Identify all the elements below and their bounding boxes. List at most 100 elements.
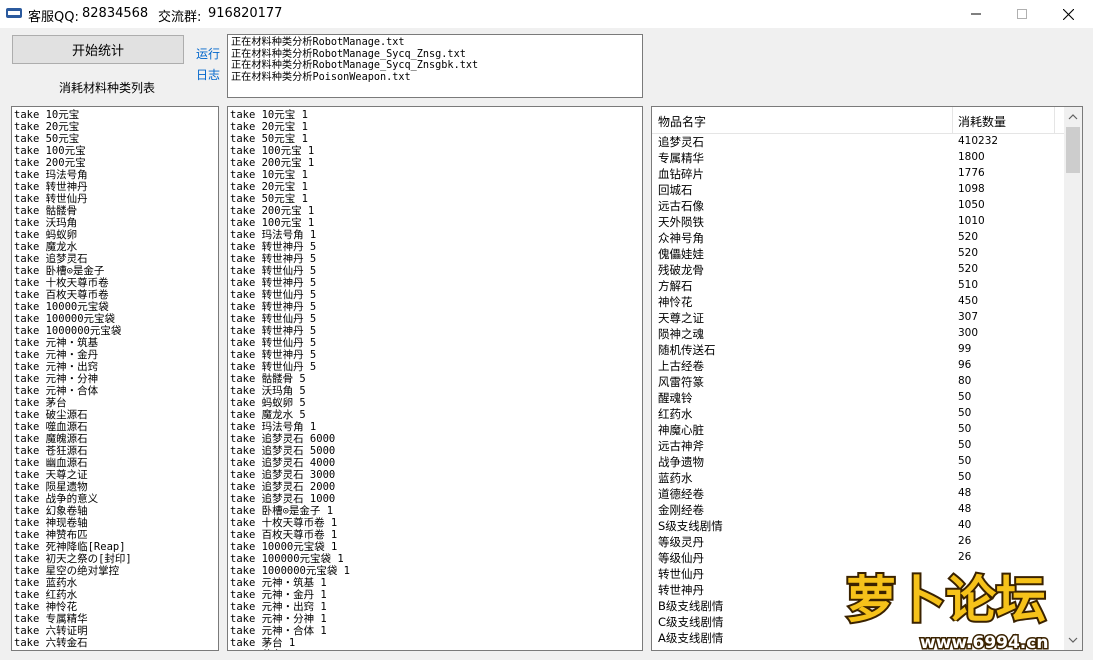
- table-row[interactable]: 远古石像 1050: [652, 197, 1064, 213]
- group-label: 交流群:: [158, 10, 202, 25]
- table-row[interactable]: 远古神斧 50: [652, 437, 1064, 453]
- take-line: take 转世神丹 5: [230, 349, 317, 361]
- item-name-cell: 天外陨铁: [658, 215, 704, 229]
- type-list-line: take 50元宝: [14, 133, 80, 145]
- type-list-line: take 玛法号角: [14, 169, 88, 181]
- item-qty-cell: 50: [958, 455, 972, 467]
- item-qty-cell: 1098: [958, 183, 985, 195]
- item-qty-cell: 520: [958, 231, 979, 243]
- table-row[interactable]: 专属精华 1800: [652, 149, 1064, 165]
- column-separator[interactable]: [1054, 107, 1055, 133]
- close-button[interactable]: [1045, 0, 1091, 28]
- type-list-line: take 骷髅骨: [14, 205, 78, 217]
- table-row[interactable]: 随机传送石 99: [652, 341, 1064, 357]
- item-name-cell: 红药水: [658, 407, 693, 421]
- column-separator[interactable]: [952, 107, 953, 133]
- table-row[interactable]: 蓝药水 50: [652, 469, 1064, 485]
- group-value: 916820177: [208, 6, 283, 21]
- column-header-qty[interactable]: 消耗数量: [958, 113, 1006, 130]
- item-name-cell: 随机传送石: [658, 343, 716, 357]
- log-output[interactable]: 正在材料种类分析RobotManage.txt 正在材料种类分析RobotMan…: [227, 34, 643, 98]
- item-name-cell: 转世仙丹: [658, 567, 704, 581]
- scrollbar-thumb[interactable]: [1066, 127, 1080, 173]
- item-qty-cell: 1776: [958, 167, 985, 179]
- type-list-line: take 苍狂源石: [14, 445, 88, 457]
- table-row[interactable]: 神魔心脏 50: [652, 421, 1064, 437]
- table-row[interactable]: 醒魂铃 50: [652, 389, 1064, 405]
- table-row[interactable]: 天外陨铁 1010: [652, 213, 1064, 229]
- table-row[interactable]: 回城石 1098: [652, 181, 1064, 197]
- item-name-cell: 等级灵丹: [658, 535, 704, 549]
- table-row[interactable]: 傀儡娃娃 520: [652, 245, 1064, 261]
- type-list-line: take 百枚天尊币卷: [14, 289, 109, 301]
- table-row[interactable]: 神怜花 450: [652, 293, 1064, 309]
- table-row[interactable]: 红药水 50: [652, 405, 1064, 421]
- type-list-label: 消耗材料种类列表: [58, 81, 155, 95]
- maximize-icon: [1017, 9, 1027, 19]
- title-bar: 客服QQ: 82834568 交流群: 916820177: [0, 0, 1093, 28]
- watermark-text: 萝卜论坛: [846, 571, 1046, 629]
- minimize-button[interactable]: [953, 0, 999, 28]
- table-row[interactable]: 血钻碎片 1776: [652, 165, 1064, 181]
- column-header-name[interactable]: 物品名字: [658, 113, 706, 130]
- take-line: take 50元宝 1: [230, 133, 308, 145]
- item-name-cell: 神魔心脏: [658, 423, 704, 437]
- type-list-line: take 转世神丹: [14, 181, 88, 193]
- table-row[interactable]: 追梦灵石 410232: [652, 133, 1064, 149]
- type-list-line: take 茅台: [14, 397, 67, 409]
- run-link[interactable]: 运行: [196, 45, 220, 62]
- item-name-cell: 专属精华: [658, 151, 704, 165]
- table-row[interactable]: 战争遗物 50: [652, 453, 1064, 469]
- take-line: take 追梦灵石 5000: [230, 445, 336, 457]
- take-line: take 转世神丹 5: [230, 241, 317, 253]
- table-row[interactable]: 残破龙骨 520: [652, 261, 1064, 277]
- take-line: take 转世仙丹 5: [230, 337, 317, 349]
- take-line: take 魔龙水 5: [230, 409, 306, 421]
- table-row[interactable]: 方解石 510: [652, 277, 1064, 293]
- take-command-textbox[interactable]: take 10元宝 1 take 20元宝 1 take 50元宝 1 take 10…: [227, 106, 643, 651]
- take-line: take 转世神丹 5: [230, 253, 317, 265]
- item-qty-cell: 520: [958, 263, 979, 275]
- item-qty-cell: 1050: [958, 199, 985, 211]
- table-row[interactable]: 众神号角 520: [652, 229, 1064, 245]
- item-name-cell: 众神号角: [658, 231, 704, 245]
- log-link[interactable]: 日志: [196, 66, 220, 83]
- type-list-line: take 元神・合体: [14, 385, 99, 397]
- table-row[interactable]: 道德经卷 48: [652, 485, 1064, 501]
- app-icon: [6, 8, 22, 18]
- take-line: take 50元宝 1: [230, 193, 308, 205]
- take-line: take 追梦灵石 1000: [230, 493, 336, 505]
- type-list-line: take 破尘源石: [14, 409, 88, 421]
- type-list-line: take 1000000元宝袋: [14, 325, 122, 337]
- table-row[interactable]: 上古经卷 96: [652, 357, 1064, 373]
- type-list-line: take 神现卷轴: [14, 517, 88, 529]
- type-list-line: take 100元宝: [14, 145, 86, 157]
- table-row[interactable]: S级支线剧情 40: [652, 517, 1064, 533]
- item-name-cell: 醒魂铃: [658, 391, 693, 405]
- take-line: take 玛法号角 1: [230, 229, 317, 241]
- type-list-line: take 魔龙水: [14, 241, 78, 253]
- table-row[interactable]: 天尊之证 307: [652, 309, 1064, 325]
- item-qty-cell: 50: [958, 391, 972, 403]
- item-name-cell: 道德经卷: [658, 487, 704, 501]
- table-row[interactable]: 等级灵丹 26: [652, 533, 1064, 549]
- take-line: take 200元宝 1: [230, 205, 315, 217]
- take-line: take 蚂蚁卵 5: [230, 397, 306, 409]
- maximize-button[interactable]: [999, 0, 1045, 28]
- start-stats-button[interactable]: 开始统计: [12, 35, 184, 64]
- scroll-up-icon[interactable]: [1068, 112, 1078, 122]
- type-list-line: take 幻象卷轴: [14, 505, 88, 517]
- item-qty-cell: 96: [958, 359, 972, 371]
- item-name-cell: 傀儡娃娃: [658, 247, 704, 261]
- take-line: take 百枚天尊币卷 1: [230, 529, 338, 541]
- table-row[interactable]: 金刚经卷 48: [652, 501, 1064, 517]
- take-line: take 转世神丹 5: [230, 325, 317, 337]
- type-list-line: take 蚂蚁卵: [14, 229, 78, 241]
- item-qty-cell: 50: [958, 439, 972, 451]
- item-name-cell: 回城石: [658, 183, 693, 197]
- material-type-textbox[interactable]: take 10元宝 take 20元宝 take 50元宝 take 100元宝 tak…: [11, 106, 219, 651]
- type-list-line: take 天尊之证: [14, 469, 88, 481]
- table-row[interactable]: 风雷符篆 80: [652, 373, 1064, 389]
- table-row[interactable]: 陨神之魂 300: [652, 325, 1064, 341]
- item-name-cell: 血钻碎片: [658, 167, 704, 181]
